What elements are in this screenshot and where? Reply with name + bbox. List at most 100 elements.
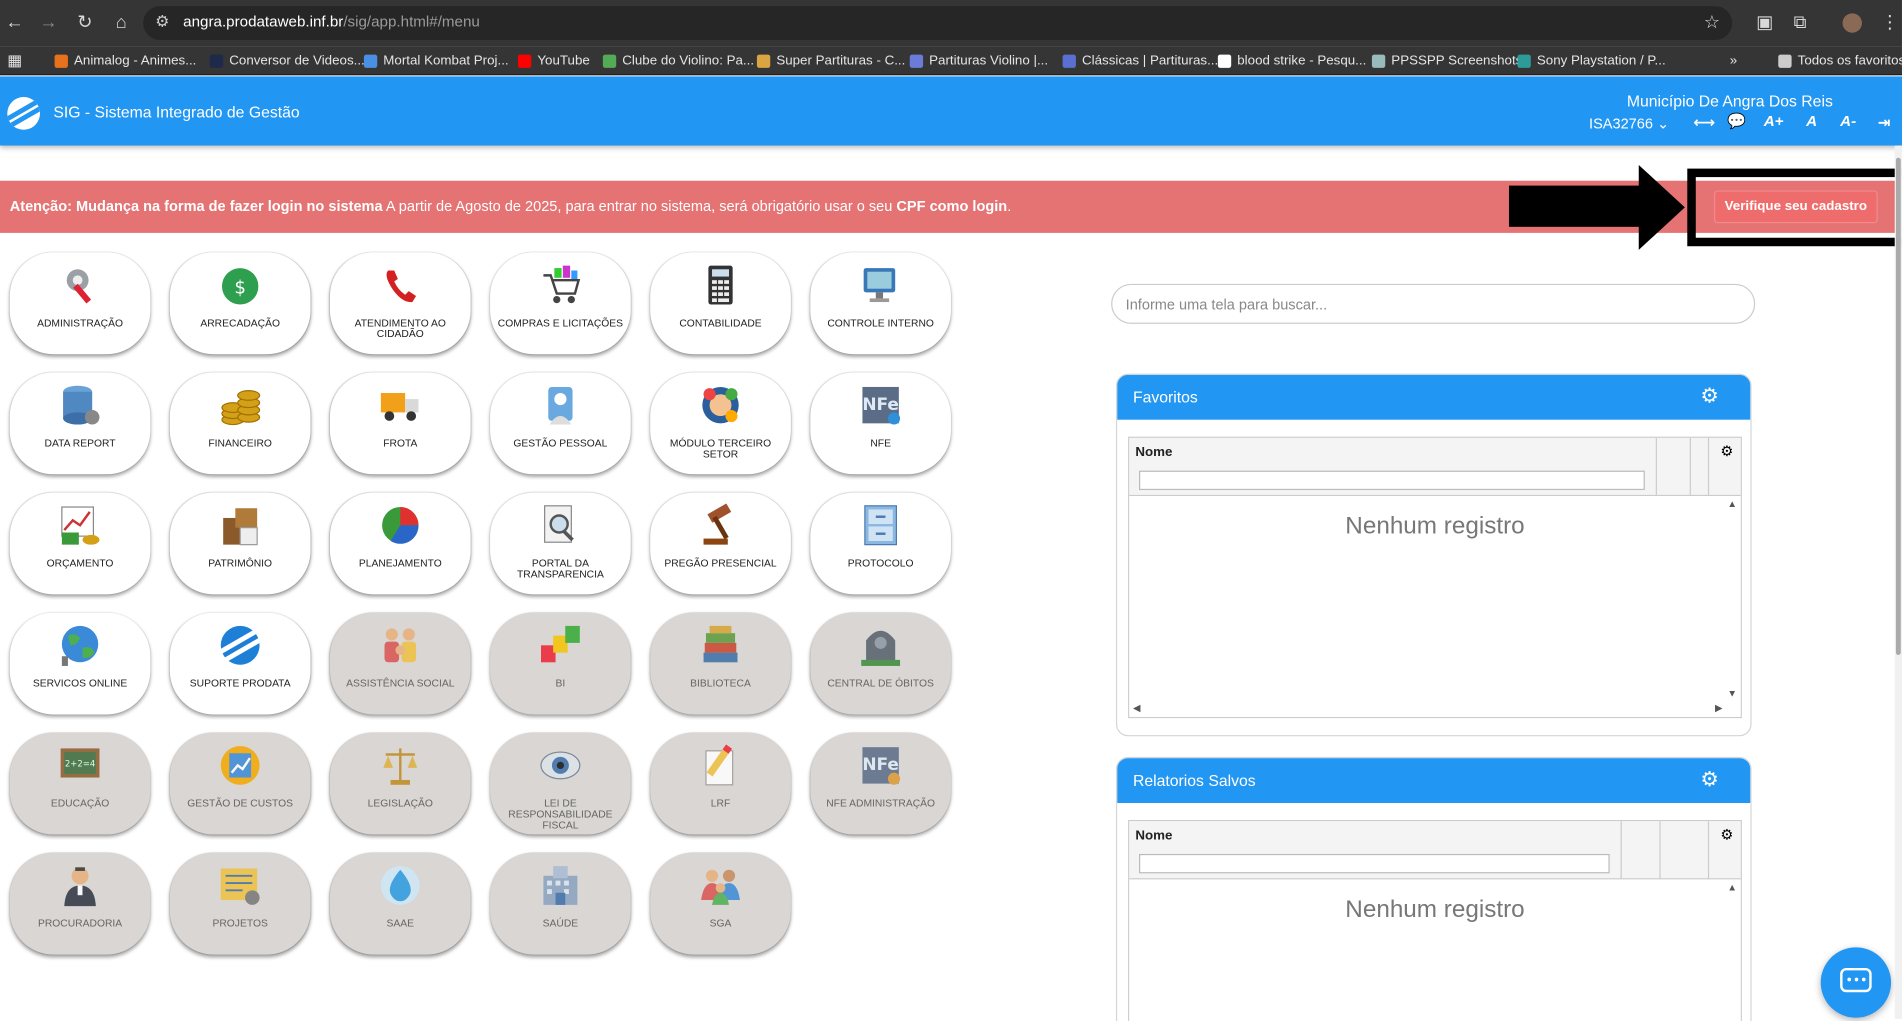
screen-search-field[interactable] xyxy=(1111,283,1756,324)
tombstone-icon xyxy=(859,623,903,667)
bookmark-item[interactable]: blood strike - Pesqu... xyxy=(1217,50,1366,72)
module-tile-compras-e-licitacoes[interactable]: Compras e licitações xyxy=(490,252,631,355)
more-bookmarks-icon[interactable]: » xyxy=(1730,50,1737,72)
nfe-icon: NFe xyxy=(859,383,903,427)
truck-icon xyxy=(378,383,422,427)
module-tile-gestao-pessoal[interactable]: Gestão pessoal xyxy=(490,372,631,475)
reports-settings-icon[interactable]: ⚙ xyxy=(1700,768,1718,792)
module-tile-data-report[interactable]: Data report xyxy=(9,372,151,475)
apps-grid-icon[interactable]: ▦ xyxy=(7,50,22,72)
module-tile-frota[interactable]: Frota xyxy=(329,372,471,475)
scroll-down-icon[interactable]: ▼ xyxy=(1727,688,1737,699)
module-tile-legislacao[interactable]: Legislação xyxy=(329,732,471,835)
monitor-icon xyxy=(859,263,903,307)
module-tile-central-de-obitos[interactable]: Central de óbitos xyxy=(810,612,951,715)
module-tile-bi[interactable]: BI xyxy=(490,612,631,715)
module-tile-saae[interactable]: SAAE xyxy=(329,852,471,955)
bookmark-item[interactable]: Animalog - Animes... xyxy=(54,50,196,72)
font-normal-button[interactable]: A xyxy=(1806,113,1817,130)
site-settings-icon[interactable]: ⚙ xyxy=(155,12,169,31)
bookmark-star-icon[interactable]: ☆ xyxy=(1704,11,1720,33)
expand-width-icon[interactable]: ⟷ xyxy=(1693,113,1715,131)
module-tile-financeiro[interactable]: Financeiro xyxy=(169,372,311,475)
module-tile-projetos[interactable]: Projetos xyxy=(169,852,311,955)
module-tile-servicos-online[interactable]: Servicos online xyxy=(9,612,151,715)
module-tile-gestao-de-custos[interactable]: Gestão de custos xyxy=(169,732,311,835)
module-tile-sga[interactable]: SGA xyxy=(650,852,791,955)
module-tile-lei-de-responsabilidade-fiscal[interactable]: Lei de responsabilidade fiscal xyxy=(490,732,631,835)
bookmark-favicon-icon xyxy=(209,53,224,68)
browser-menu-icon[interactable]: ⋮ xyxy=(1875,8,1902,37)
bookmark-label: Mortal Kombat Proj... xyxy=(383,53,509,68)
reports-grid-gear-icon[interactable]: ⚙ xyxy=(1720,826,1733,843)
module-tile-contabilidade[interactable]: Contabilidade xyxy=(650,252,791,355)
bookmark-item[interactable]: Partituras Violino |... xyxy=(909,50,1048,72)
logout-icon[interactable]: ⇥ xyxy=(1878,113,1891,131)
module-tile-lrf[interactable]: LRF xyxy=(650,732,791,835)
profile-avatar[interactable] xyxy=(1842,13,1862,33)
bookmark-item[interactable]: YouTube xyxy=(517,50,590,72)
module-tile-procuradoria[interactable]: Procuradoria xyxy=(9,852,151,955)
module-tile-arrecadacao[interactable]: $ Arrecadação xyxy=(169,252,311,355)
bookmark-item[interactable]: Clássicas | Partituras... xyxy=(1062,50,1218,72)
font-decrease-button[interactable]: A- xyxy=(1840,113,1856,130)
module-label: LRF xyxy=(710,796,731,810)
module-tile-patrimonio[interactable]: Patrimônio xyxy=(169,492,311,595)
module-tile-educacao[interactable]: 2+2=4 Educação xyxy=(9,732,151,835)
favorites-name-filter[interactable] xyxy=(1139,470,1645,491)
saved-reports-panel: Relatorios Salvos ⚙ Nome ⚙ Nenhum registr… xyxy=(1115,756,1752,1021)
bookmark-item[interactable]: Clube do Violino: Pa... xyxy=(602,50,754,72)
module-tile-nfe[interactable]: NFe NFE xyxy=(810,372,951,475)
favorites-grid-gear-icon[interactable]: ⚙ xyxy=(1720,443,1733,460)
module-tile-protocolo[interactable]: Protocolo xyxy=(810,492,951,595)
tab-search-icon[interactable]: ▣ xyxy=(1750,8,1779,37)
bookmark-item[interactable]: Todos os favoritos xyxy=(1778,50,1902,72)
bookmark-item[interactable]: Super Partituras - C... xyxy=(756,50,905,72)
bookmark-item[interactable]: Conversor de Videos... xyxy=(209,50,365,72)
bookmark-item[interactable]: Mortal Kombat Proj... xyxy=(363,50,509,72)
bookmark-item[interactable]: Sony Playstation / P... xyxy=(1517,50,1666,72)
forward-icon[interactable]: → xyxy=(34,8,63,37)
scroll-right-icon[interactable]: ▶ xyxy=(1715,702,1722,713)
reports-name-filter[interactable] xyxy=(1139,853,1610,874)
extensions-icon[interactable]: ⧉ xyxy=(1786,8,1815,37)
page-scrollbar[interactable] xyxy=(1894,145,1902,1019)
chat-button[interactable] xyxy=(1820,947,1892,1018)
user-code: ISA32766 xyxy=(1589,115,1653,133)
bookmark-item[interactable]: PPSSPP Screenshots xyxy=(1371,50,1522,72)
module-tile-portal-da-transparencia[interactable]: Portal da transparencia xyxy=(490,492,631,595)
module-tile-controle-interno[interactable]: Controle interno xyxy=(810,252,951,355)
module-label: SGA xyxy=(709,917,732,930)
address-bar[interactable]: ⚙ angra.prodataweb.inf.br/sig/app.html#/… xyxy=(143,6,1733,41)
module-label: Financeiro xyxy=(208,436,272,449)
module-tile-orcamento[interactable]: Orçamento xyxy=(9,492,151,595)
scroll-up-icon[interactable]: ▲ xyxy=(1727,882,1737,893)
user-dropdown[interactable]: ISA32766 ⌄ xyxy=(1589,115,1669,132)
screen-search-input[interactable] xyxy=(1112,285,1754,323)
bookmark-favicon-icon xyxy=(54,53,68,68)
module-tile-suporte-prodata[interactable]: Suporte prodata xyxy=(169,612,311,715)
module-tile-saude[interactable]: Saúde xyxy=(490,852,631,955)
favorites-settings-icon[interactable]: ⚙ xyxy=(1700,385,1718,409)
favorites-panel: Favoritos ⚙ Nome ⚙ Nenhum registro ▲ ▼ ◀ … xyxy=(1115,373,1752,737)
scroll-up-icon[interactable]: ▲ xyxy=(1727,499,1737,510)
svg-text:$: $ xyxy=(234,278,246,299)
saved-reports-title: Relatorios Salvos xyxy=(1132,771,1256,790)
module-tile-assistencia-social[interactable]: Assistência social xyxy=(329,612,471,715)
font-increase-button[interactable]: A+ xyxy=(1764,113,1784,130)
chat-bubbles-icon[interactable]: 💬 xyxy=(1727,113,1746,131)
back-icon[interactable]: ← xyxy=(0,8,29,37)
reload-icon[interactable]: ↻ xyxy=(70,8,99,37)
scroll-left-icon[interactable]: ◀ xyxy=(1133,702,1140,713)
home-icon[interactable]: ⌂ xyxy=(107,8,136,37)
module-tile-planejamento[interactable]: Planejamento xyxy=(329,492,471,595)
reports-empty-message: Nenhum registro xyxy=(1345,896,1525,924)
module-tile-biblioteca[interactable]: Biblioteca xyxy=(650,612,791,715)
app-header: SIG - Sistema Integrado de Gestão Municí… xyxy=(0,76,1902,146)
module-tile-modulo-terceiro-setor[interactable]: Módulo terceiro setor xyxy=(650,372,791,475)
module-tile-administracao[interactable]: Administração xyxy=(9,252,151,355)
cabinet-icon xyxy=(859,503,903,547)
module-tile-pregao-presencial[interactable]: Pregão presencial xyxy=(650,492,791,595)
module-tile-nfe-administracao[interactable]: NFe NFE administração xyxy=(810,732,951,835)
module-tile-atendimento-ao-cidadao[interactable]: Atendimento ao cidadão xyxy=(329,252,471,355)
